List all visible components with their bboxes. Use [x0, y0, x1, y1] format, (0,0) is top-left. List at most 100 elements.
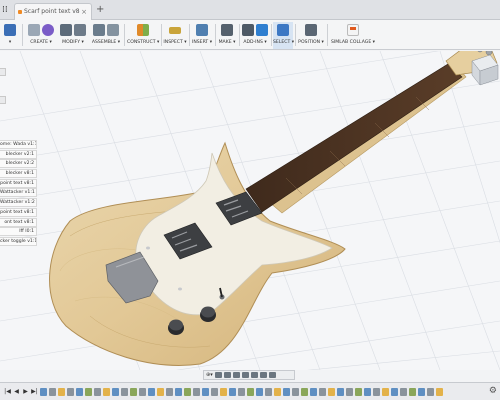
simlab-collage-menu[interactable]: SIMLAB COLLAGE ▾ [330, 22, 376, 49]
timeline-feature[interactable] [166, 387, 173, 396]
new-tab-button[interactable]: + [96, 4, 104, 16]
simlab-collage-icon[interactable] [347, 24, 359, 36]
insert-image-icon[interactable] [196, 24, 208, 36]
timeline-feature[interactable] [58, 387, 65, 396]
browser-collapse-tab[interactable] [0, 68, 6, 76]
timeline-feature[interactable] [247, 387, 254, 396]
browser-item[interactable]: blecker v8:1 [0, 169, 37, 179]
new-component-icon[interactable] [107, 24, 119, 36]
fit-icon[interactable] [232, 372, 240, 378]
timeline-settings-icon[interactable]: ⚙ [489, 386, 497, 396]
tab-active-document[interactable]: Scarf point text v8 × [14, 3, 92, 20]
insert-menu[interactable]: INSERT ▾ [191, 22, 213, 49]
timeline-feature[interactable] [409, 387, 416, 396]
timeline-feature[interactable] [157, 387, 164, 396]
construct-plane-icon[interactable] [137, 24, 149, 36]
make-menu[interactable]: MAKE ▾ [217, 22, 237, 49]
timeline-feature[interactable] [436, 387, 443, 396]
timeline-play-button[interactable]: ▶ [22, 388, 29, 396]
browser-item[interactable]: Wattacker v1:2 [0, 198, 37, 208]
add-ins-gear-icon[interactable] [242, 24, 254, 36]
viewport-icon[interactable] [259, 372, 267, 378]
timeline-feature[interactable] [76, 387, 83, 396]
browser-item[interactable]: ont text v8:1 [0, 217, 37, 227]
modify-menu[interactable]: MODIFY ▾ [60, 22, 86, 49]
timeline-feature[interactable] [427, 387, 434, 396]
tone-knob[interactable] [200, 306, 216, 323]
assemble-menu[interactable]: ASSEMBLE ▾ [90, 22, 122, 49]
browser-item[interactable]: ome: Wada v1:1 [0, 140, 37, 149]
browser-item[interactable]: point text v8:1 [0, 178, 37, 188]
inspect-menu[interactable]: INSPECT ▾ [163, 22, 187, 49]
timeline-feature[interactable] [94, 387, 101, 396]
scripts-icon[interactable] [256, 24, 268, 36]
timeline-feature[interactable] [301, 387, 308, 396]
select-cursor-icon[interactable] [277, 24, 289, 36]
timeline-feature[interactable] [355, 387, 362, 396]
sketch-icon[interactable] [28, 24, 40, 36]
timeline-feature[interactable] [85, 387, 92, 396]
assemble-joint-icon[interactable] [93, 24, 105, 36]
timeline-feature[interactable] [220, 387, 227, 396]
data-panel-icon[interactable]: ⁞⁞ [2, 3, 8, 17]
create-menu[interactable]: CREATE ▾ [26, 22, 56, 49]
orbit-icon[interactable]: ⊕▾ [206, 372, 213, 378]
timeline-feature[interactable] [112, 387, 119, 396]
timeline-feature[interactable] [103, 387, 110, 396]
display-settings-icon[interactable] [241, 372, 249, 378]
timeline-feature[interactable] [175, 387, 182, 396]
timeline-first-button[interactable]: |◀ [4, 388, 11, 396]
browser-item[interactable]: blecker v2:1 [0, 149, 37, 159]
timeline-feature[interactable] [274, 387, 281, 396]
timeline-feature[interactable] [256, 387, 263, 396]
timeline-feature[interactable] [139, 387, 146, 396]
timeline-feature[interactable] [193, 387, 200, 396]
camera-icon[interactable] [268, 372, 276, 378]
volume-knob[interactable] [168, 319, 184, 336]
fillet-icon[interactable] [74, 24, 86, 36]
browser-item[interactable]: Iff I0:1 [0, 227, 37, 237]
inspect-measure-icon[interactable] [169, 26, 181, 34]
position-capture-icon[interactable] [305, 24, 317, 36]
timeline-feature[interactable] [130, 387, 137, 396]
timeline-feature[interactable] [328, 387, 335, 396]
timeline-feature[interactable] [292, 387, 299, 396]
timeline-feature[interactable] [418, 387, 425, 396]
timeline-feature[interactable] [364, 387, 371, 396]
timeline-feature[interactable] [337, 387, 344, 396]
modify-push-pull-icon[interactable] [60, 24, 72, 36]
timeline-feature[interactable] [148, 387, 155, 396]
timeline-feature[interactable] [121, 387, 128, 396]
browser-item[interactable]: blecker v2:2 [0, 159, 37, 169]
timeline-feature[interactable] [373, 387, 380, 396]
browser-item[interactable]: cker toggle v1:1 [0, 236, 37, 246]
timeline-feature[interactable] [40, 387, 47, 396]
pan-icon[interactable] [214, 372, 222, 378]
timeline-feature[interactable] [319, 387, 326, 396]
workspace-switcher[interactable]: ▾ [0, 22, 20, 49]
timeline-next-button[interactable]: ▶| [31, 388, 38, 396]
timeline-feature[interactable] [67, 387, 74, 396]
browser-item[interactable]: Wattacker v1:1 [0, 188, 37, 198]
timeline-feature[interactable] [202, 387, 209, 396]
timeline-feature[interactable] [391, 387, 398, 396]
browser-collapse-tab[interactable] [0, 96, 6, 104]
browser-item[interactable]: point text v8:1 [0, 207, 37, 217]
make-3dprint-icon[interactable] [221, 24, 233, 36]
close-tab-icon[interactable]: × [81, 4, 87, 20]
timeline-feature[interactable] [211, 387, 218, 396]
create-box-icon[interactable] [42, 24, 54, 36]
timeline-prev-button[interactable]: ◀ [13, 388, 20, 396]
position-menu[interactable]: POSITION ▾ [297, 22, 325, 49]
timeline-feature[interactable] [238, 387, 245, 396]
timeline-feature[interactable] [400, 387, 407, 396]
design-canvas[interactable] [0, 51, 500, 370]
select-menu[interactable]: SELECT ▾ [273, 22, 294, 49]
construct-menu[interactable]: CONSTRUCT ▾ [127, 22, 159, 49]
timeline-feature[interactable] [310, 387, 317, 396]
timeline-feature[interactable] [49, 387, 56, 396]
timeline-feature[interactable] [229, 387, 236, 396]
add-ins-menu[interactable]: ADD-INS ▾ [241, 22, 269, 49]
grid-settings-icon[interactable] [250, 372, 258, 378]
timeline-feature[interactable] [283, 387, 290, 396]
